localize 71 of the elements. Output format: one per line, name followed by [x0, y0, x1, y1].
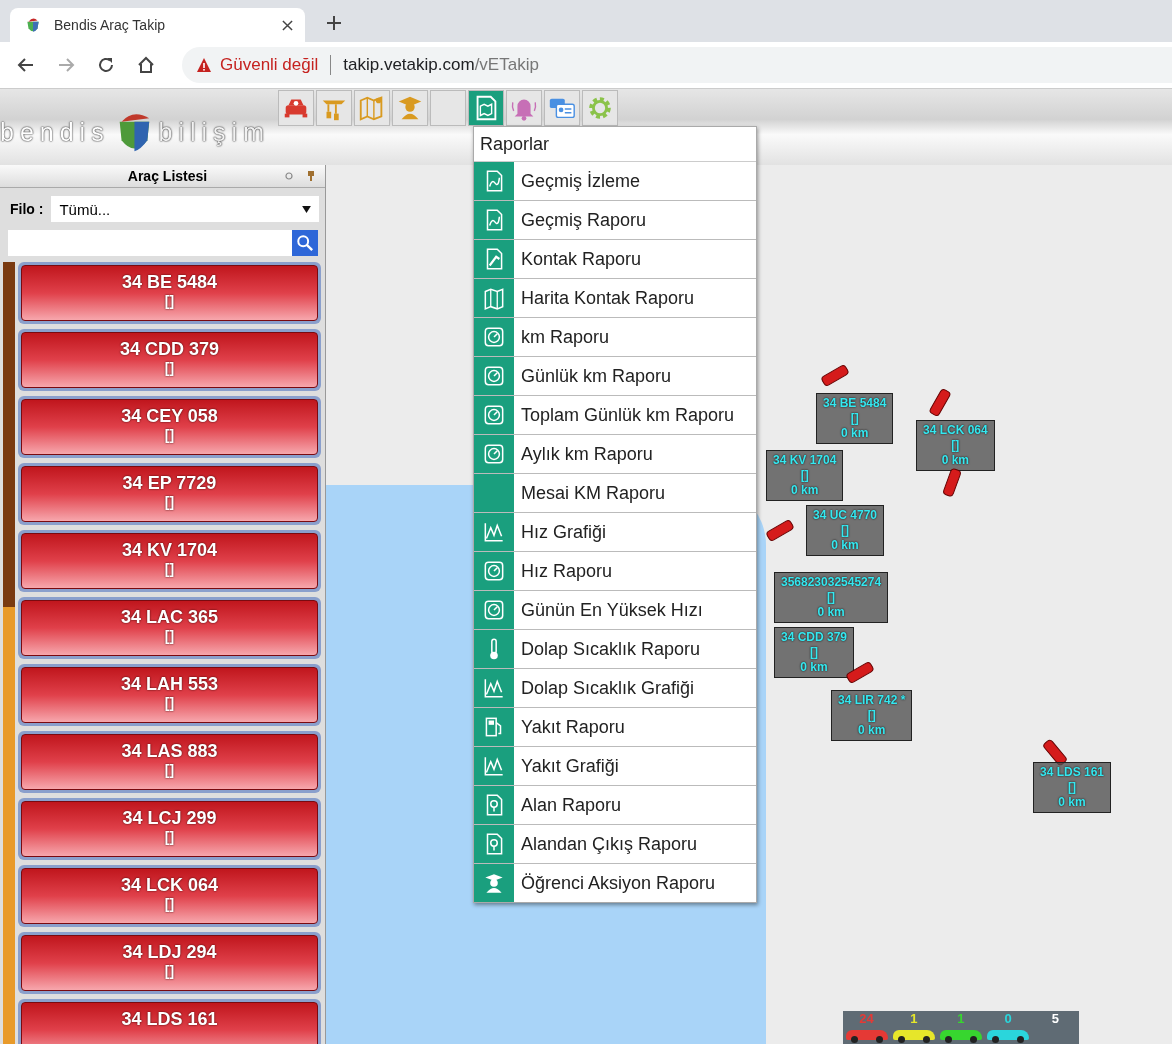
menu-item[interactable]: km Raporu: [474, 318, 756, 357]
menu-item[interactable]: Dolap Sıcaklık Raporu: [474, 630, 756, 669]
menu-item[interactable]: Harita Kontak Raporu: [474, 279, 756, 318]
report-button[interactable]: [468, 90, 504, 126]
menu-item[interactable]: Alan Raporu: [474, 786, 756, 825]
menu-item[interactable]: Öğrenci Aksiyon Raporu: [474, 864, 756, 902]
logo-text: bilişim: [158, 117, 270, 147]
url-text: takip.vetakip.com/vETakip: [343, 55, 539, 75]
search-button[interactable]: [292, 230, 318, 256]
vehicle-label: 356823032545274 [] 0 km: [774, 572, 889, 623]
warning-icon: [196, 57, 212, 73]
scrollbar[interactable]: [3, 262, 15, 1044]
menu-item[interactable]: Geçmiş Raporu: [474, 201, 756, 240]
filter-label: Filo :: [10, 201, 44, 217]
vehicle-button[interactable]: 34 CDD 379 []: [21, 332, 318, 388]
vehicle-button[interactable]: 34 LAC 365 []: [21, 600, 318, 656]
menu-item[interactable]: Yakıt Grafiği: [474, 747, 756, 786]
vehicle-button[interactable]: 34 LAH 553 []: [21, 667, 318, 723]
panel-title: Araç Listesi: [126, 168, 209, 184]
vehicle-button[interactable]: 34 BE 5484 []: [21, 265, 318, 321]
graduate-button[interactable]: [392, 90, 428, 126]
menu-item[interactable]: Yakıt Raporu: [474, 708, 756, 747]
vehicle-button[interactable]: 34 KV 1704 []: [21, 533, 318, 589]
menu-item[interactable]: Kontak Raporu: [474, 240, 756, 279]
circle-icon[interactable]: [285, 172, 293, 180]
menu-item[interactable]: Aylık km Raporu: [474, 435, 756, 474]
vehicle-button[interactable]: 34 LCK 064 []: [21, 868, 318, 924]
vehicle-button[interactable]: 34 LDS 161: [21, 1002, 318, 1044]
menu-item[interactable]: Günün En Yüksek Hızı: [474, 591, 756, 630]
vehicle-label: 34 BE 5484 [] 0 km: [816, 393, 894, 444]
security-warning: Güvenli değil: [220, 55, 319, 75]
status-count: 1: [957, 1011, 965, 1026]
vehicle-label: 34 UC 4770 [] 0 km: [806, 505, 885, 556]
vehicle-button[interactable]: 34 EP 7729 []: [21, 466, 318, 522]
car-button[interactable]: [278, 90, 314, 126]
search-field[interactable]: [8, 230, 292, 256]
reload-icon[interactable]: [96, 55, 116, 75]
bell-button[interactable]: [506, 90, 542, 126]
menu-item[interactable]: Toplam Günlük km Raporu: [474, 396, 756, 435]
fleet-dropdown[interactable]: Tümü...: [51, 196, 319, 222]
menu-item[interactable]: Mesai KM Raporu: [474, 474, 756, 513]
vehicle-button[interactable]: 34 LCJ 299 []: [21, 801, 318, 857]
vehicle-button[interactable]: 34 LDJ 294 []: [21, 935, 318, 991]
id-card-button[interactable]: [544, 90, 580, 126]
pin-icon[interactable]: [307, 170, 315, 182]
menu-item[interactable]: Günlük km Raporu: [474, 357, 756, 396]
home-icon[interactable]: [136, 55, 156, 75]
menu-item[interactable]: Geçmiş İzleme: [474, 162, 756, 201]
vehicle-label: 34 LIR 742 * [] 0 km: [831, 690, 913, 741]
vehicle-label: 34 KV 1704 [] 0 km: [766, 450, 844, 501]
status-count: 1: [910, 1011, 918, 1026]
logo-text: bendis: [0, 117, 110, 147]
caret-icon: [302, 205, 311, 213]
address-bar[interactable]: Güvenli değil takip.vetakip.com/vETakip: [182, 47, 1172, 83]
vehicle-label: 34 LCK 064 [] 0 km: [916, 420, 995, 471]
menu-item[interactable]: Dolap Sıcaklık Grafiği: [474, 669, 756, 708]
vehicle-button[interactable]: 34 LAS 883 []: [21, 734, 318, 790]
plus-icon[interactable]: [327, 16, 341, 30]
menu-item[interactable]: Alandan Çıkış Raporu: [474, 825, 756, 864]
vehicle-label: 34 CDD 379 [] 0 km: [774, 627, 855, 678]
vehicle-button[interactable]: 34 CEY 058 []: [21, 399, 318, 455]
tab-title: Bendis Araç Takip: [54, 17, 167, 33]
close-icon[interactable]: [282, 19, 293, 31]
menu-item[interactable]: Hız Raporu: [474, 552, 756, 591]
browser-tab[interactable]: Bendis Araç Takip: [10, 8, 305, 42]
status-count: 24: [859, 1011, 874, 1026]
menu-item[interactable]: Hız Grafiği: [474, 513, 756, 552]
status-count: 0: [1004, 1011, 1012, 1026]
map-button[interactable]: [354, 90, 390, 126]
status-count: 5: [1051, 1011, 1059, 1026]
vehicle-label: 34 LDS 161 [] 0 km: [1033, 762, 1112, 813]
